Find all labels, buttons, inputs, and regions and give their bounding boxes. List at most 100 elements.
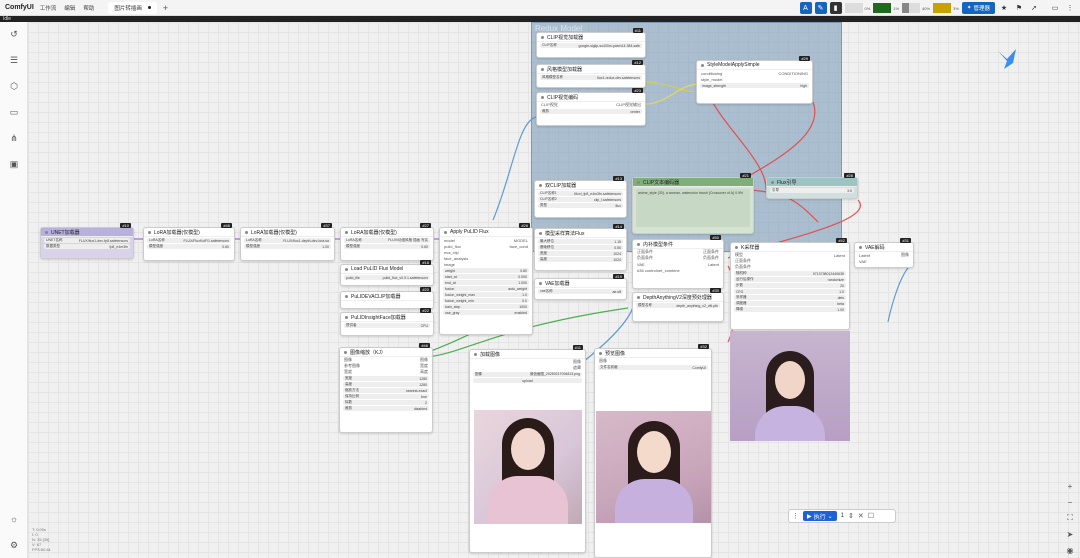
widget-width[interactable]: 宽度 1024 <box>538 251 623 256</box>
node-clip-vision-loader[interactable]: #11 CLIP视觉加载器 CLIP名称 google-siglip-so400m… <box>536 28 646 58</box>
queue-icon[interactable]: ▮ <box>829 2 842 14</box>
arrow-icon[interactable]: ➚ <box>1028 2 1040 14</box>
translate-icon[interactable]: A <box>799 2 812 14</box>
stepper-icon[interactable]: ⇕ <box>848 512 854 520</box>
widget-fusion-max[interactable]: fusion_weight_max 1.0 <box>443 292 529 297</box>
settings-gear-icon[interactable]: ⚙ <box>8 539 20 551</box>
widget-train-step[interactable]: train_step 1000 <box>443 304 529 309</box>
manager-button[interactable]: ✦ 管理器 <box>961 2 995 14</box>
bookmark-icon[interactable]: ⚑ <box>1013 2 1025 14</box>
widget-depth-model[interactable]: 模型名称 depth_anything_v2_vitl.pth <box>636 303 720 308</box>
prompt-textarea[interactable]: anime_style (30), a woman, watercolor br… <box>636 189 750 227</box>
widget-use-gray[interactable]: use_gray enabled <box>443 310 529 315</box>
node-depth-anything[interactable]: #30 DepthAnythingV2深度预处理器 模型名称 depth_anyt… <box>632 288 724 322</box>
widget-lora-name[interactable]: LoRA名称 FLUX/FluxKoiFl1.safetensors <box>147 238 231 243</box>
widget-upscale-method[interactable]: 缩放方法 nearest-exact <box>343 388 429 393</box>
widget-sampler-name[interactable]: 采样器 deis <box>734 295 846 300</box>
node-image-resize[interactable]: #46 图像缩放（KJ） 图像 图像 参考图像 宽度 宽度 高度 宽度 1280 高度 128… <box>339 343 433 433</box>
run-button[interactable]: ▶ 执行 ⌄ <box>803 511 837 521</box>
panel-icon[interactable]: ▭ <box>1049 2 1061 14</box>
widget-clip-name-1[interactable]: CLIP名称1 t5xxl_fp8_e4m3fn.safetensors <box>538 191 623 196</box>
widget-end-at[interactable]: end_at 1.000 <box>443 280 529 285</box>
node-vae-loader[interactable]: #19 VAE加载器 vae名称 ae.sft <box>534 274 627 300</box>
widget-width[interactable]: 宽度 1280 <box>343 376 429 381</box>
drag-handle-icon[interactable]: ⋮ <box>792 512 799 520</box>
widget-height[interactable]: 高度 1024 <box>538 257 623 262</box>
fit-view-icon[interactable]: ⛶ <box>1064 512 1076 524</box>
new-tab-icon[interactable]: + <box>163 3 168 13</box>
widget-filename-prefix[interactable]: 文件名前缀 ComfyUI <box>598 365 708 370</box>
widget-divisible-by[interactable]: 除数 2 <box>343 400 429 405</box>
node-model-sampling-flux[interactable]: #14 模型采样算法Flux 最大移位 1.15 基础移位 0.50 宽度 1024 … <box>534 224 627 271</box>
queue-panel-icon[interactable]: ☐ <box>868 512 874 520</box>
node-unet-loader[interactable]: #10 UNET加载器 UNET名称 FLUX/flux1-dev-fp8.saf… <box>40 223 134 259</box>
node-style-model-apply[interactable]: #29 StyleModelApplySimple conditioning CO… <box>696 56 813 104</box>
widget-height[interactable]: 高度 1280 <box>343 382 429 387</box>
widget-denoise[interactable]: 降噪 1.00 <box>734 307 846 312</box>
node-lora-3[interactable]: #27 LoRA加载器(仅模型) LoRA名称 FLUX/动漫风格 插画 写实 模… <box>340 223 434 261</box>
workflow-tab[interactable]: 图片转插画 <box>108 1 157 14</box>
widget-image-strength[interactable]: image_strength high <box>700 83 809 88</box>
widget-unet-name[interactable]: UNET名称 FLUX/flux1-dev-fp8.safetensors <box>44 238 130 243</box>
node-apply-pulid-flux[interactable]: #26 Apply PuLID Flux model MODEL pulid_fl… <box>439 223 533 335</box>
widget-scheduler[interactable]: 调度器 beta <box>734 301 846 306</box>
node-lora-2[interactable]: #37 LoRA加载器(仅模型) LoRA名称 FLUX/flux1-depth-… <box>240 223 335 261</box>
widget-weight[interactable]: weight 0.80 <box>443 268 529 273</box>
more-icon[interactable]: ⋮ <box>1064 2 1076 14</box>
widget-seed[interactable]: 随机种 9713798012440635 <box>734 271 846 276</box>
batch-count[interactable]: 1 <box>841 513 844 519</box>
node-lora-1[interactable]: #46 LoRA加载器(仅模型) LoRA名称 FLUX/FluxKoiFl1.s… <box>143 223 235 261</box>
menu-workflow[interactable]: 工作流 <box>40 4 57 12</box>
upload-button[interactable]: upload <box>473 378 582 383</box>
widget-base-shift[interactable]: 基础移位 0.50 <box>538 245 623 250</box>
widget-lora-name[interactable]: LoRA名称 FLUX/flux1-depth-dev-lora.sa <box>244 238 331 243</box>
image-icon[interactable]: ▣ <box>8 158 20 170</box>
node-preview-image[interactable]: #32 预览图像 图像 文件名前缀 ComfyUI <box>594 344 712 558</box>
folder-icon[interactable]: ▭ <box>8 106 20 118</box>
node-clip-text-encode[interactable]: #21 CLIP文本编码器 anime_style (30), a woman,… <box>632 173 754 234</box>
widget-max-shift[interactable]: 最大移位 1.15 <box>538 239 623 244</box>
locate-icon[interactable]: ➤ <box>1064 528 1076 540</box>
node-canvas[interactable]: Redux Model #10 UNET加载器 UNET名称 FLUX/flux1… <box>28 22 1080 558</box>
widget-style-model[interactable]: 风格模型名称 flux1-redux-dev.safetensors <box>540 75 642 80</box>
link-toggle-icon[interactable]: ◉ <box>1064 544 1076 556</box>
node-controlnet-apply[interactable]: #50 内补模型条件 正面条件 正面条件 负面条件 负面条件 VAE Latent #36… <box>632 235 724 289</box>
node-ksampler[interactable]: #42 K采样器 模型 Latent 正面条件 负面条件 随机种 97137980124… <box>730 238 850 330</box>
cube-icon[interactable]: ⬡ <box>8 80 20 92</box>
widget-model-strength[interactable]: 模型强度 0.60 <box>147 244 231 249</box>
theme-sun-icon[interactable]: ☼ <box>8 513 20 525</box>
node-load-image[interactable]: #11 加载图像 图像 遮罩 图像 微信截图_20250217094813.png … <box>469 345 586 553</box>
widget-keep-proportion[interactable]: 保持比例 true <box>343 394 429 399</box>
widget-fusion-min[interactable]: fusion_weight_min 0.0 <box>443 298 529 303</box>
node-vae-decode[interactable]: #31 VAE解码 Latent 图像 VAE <box>854 238 914 268</box>
history-icon[interactable]: ↺ <box>8 28 20 40</box>
widget-model-strength[interactable]: 模型强度 0.60 <box>344 244 430 249</box>
zoom-out-icon[interactable]: − <box>1064 496 1076 508</box>
zoom-in-icon[interactable]: + <box>1064 480 1076 492</box>
widget-dtype[interactable]: 数据类型 fp8_e4m3fn <box>44 244 130 249</box>
widget-control-after[interactable]: 运行后操作 randomize <box>734 277 846 282</box>
chevron-down-icon[interactable]: ⌄ <box>828 513 833 520</box>
widget-cfg[interactable]: CFG 1.0 <box>734 289 846 294</box>
node-clip-vision-encode[interactable]: #23 CLIP视觉编码 CLIP视觉 CLIP视觉输出 裁剪 center <box>536 88 646 126</box>
widget-provider[interactable]: 提供者 CPU <box>344 323 430 328</box>
widget-image-file[interactable]: 图像 微信截图_20250217094813.png <box>473 372 582 377</box>
widget-start-at[interactable]: start_at 0.000 <box>443 274 529 279</box>
widget-crop[interactable]: 裁剪 disabled <box>343 406 429 411</box>
node-pulid-loader[interactable]: #18 Load PuLID Flux Model pulid_file puli… <box>340 260 434 286</box>
widget-crop[interactable]: 裁剪 center <box>540 109 642 114</box>
menu-edit[interactable]: 编辑 <box>64 4 75 12</box>
widget-steps[interactable]: 步数 20 <box>734 283 846 288</box>
node-flux-guidance[interactable]: #28 Flux引导 引导 3.5 <box>766 173 858 199</box>
widget-clip-type[interactable]: 类型 flux <box>538 203 623 208</box>
widget-clip-name[interactable]: CLIP名称 google-siglip-so400m-patch14-384.s… <box>540 43 642 48</box>
widget-vae-name[interactable]: vae名称 ae.sft <box>538 289 623 294</box>
nodes-tree-icon[interactable]: ⋔ <box>8 132 20 144</box>
star-icon[interactable]: ★ <box>998 2 1010 14</box>
queue-list-icon[interactable]: ☰ <box>8 54 20 66</box>
widget-pulid-file[interactable]: pulid_file pulid_flux_v0.9.1.safetensors <box>344 275 430 280</box>
widget-lora-name[interactable]: LoRA名称 FLUX/动漫风格 插画 写实 <box>344 238 430 243</box>
node-style-model-loader[interactable]: #12 风格模型加载器 风格模型名称 flux1-redux-dev.safete… <box>536 60 646 88</box>
widget-clip-name-2[interactable]: CLIP名称2 clip_l.safetensors <box>538 197 623 202</box>
widget-model-strength[interactable]: 模型强度 1.00 <box>244 244 331 249</box>
